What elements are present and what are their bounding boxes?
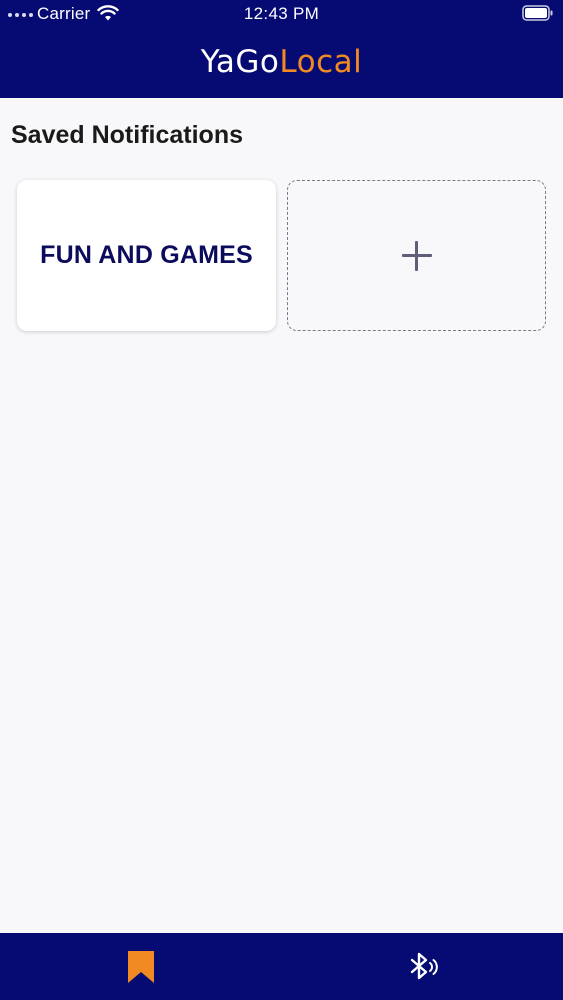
clock: 12:43 PM	[243, 4, 320, 23]
page-title: Saved Notifications	[11, 121, 243, 149]
logo-text-accent: Local	[279, 44, 363, 80]
bluetooth-icon	[410, 952, 438, 979]
status-bar: Carrier 12:43 PM	[0, 0, 563, 30]
saved-notification-card[interactable]: FUN AND GAMES	[17, 180, 276, 331]
saved-notification-card-label: FUN AND GAMES	[40, 241, 253, 269]
plus-icon	[401, 240, 432, 271]
add-notification-button[interactable]	[287, 180, 546, 331]
battery-icon	[522, 5, 553, 21]
tab-bar	[0, 933, 563, 1000]
app-logo: YaGoLocal	[0, 44, 563, 80]
app-header: Carrier 12:43 PM YaGoLocal	[0, 0, 563, 98]
tab-saved-notifications[interactable]	[0, 933, 281, 1000]
logo-text-primary: YaGo	[200, 44, 280, 80]
bookmark-icon	[127, 950, 154, 983]
tab-bluetooth[interactable]	[282, 933, 563, 1000]
